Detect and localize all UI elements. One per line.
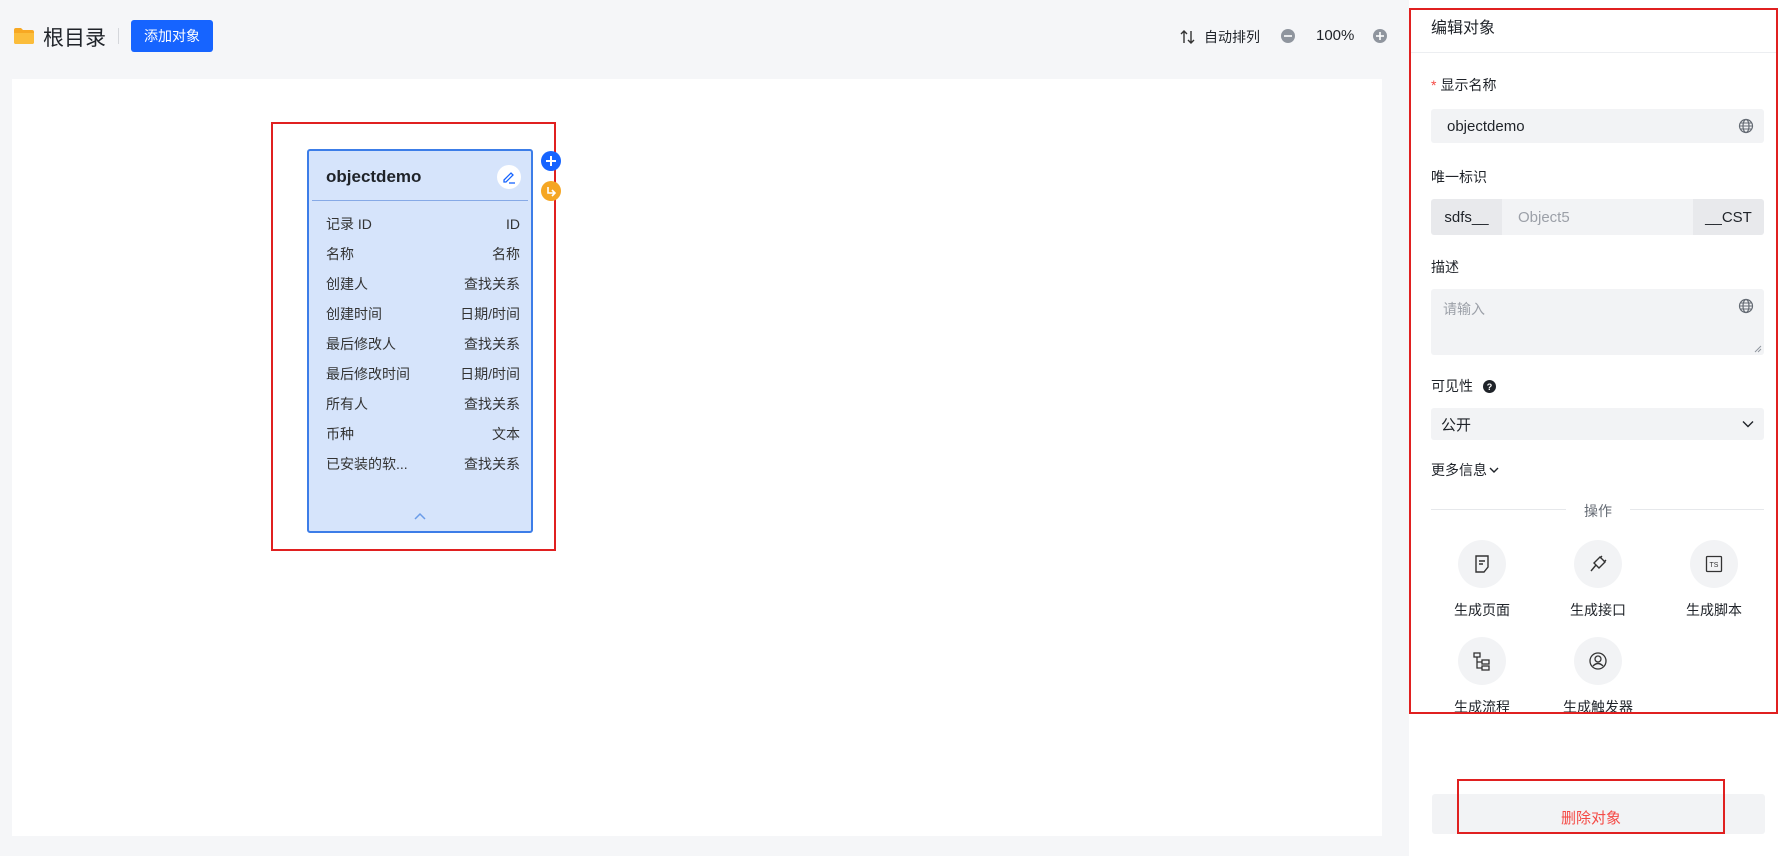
zoom-out-icon[interactable] [1280, 28, 1296, 44]
field-type: 查找关系 [464, 456, 520, 472]
zoom-in-icon[interactable] [1372, 28, 1388, 44]
field-type: 查找关系 [464, 396, 520, 412]
field-row[interactable]: 创建人 查找关系 [309, 269, 531, 299]
edit-card-button[interactable] [497, 165, 521, 189]
field-row[interactable]: 所有人 查找关系 [309, 389, 531, 419]
field-type: 日期/时间 [460, 306, 520, 322]
pencil-icon [503, 172, 515, 184]
field-type: 文本 [492, 426, 520, 442]
field-row[interactable]: 最后修改时间 日期/时间 [309, 359, 531, 389]
field-name: 最后修改人 [326, 336, 396, 352]
canvas[interactable] [12, 79, 1382, 836]
field-row[interactable]: 已安装的软... 查找关系 [309, 449, 531, 479]
plus-icon [546, 156, 556, 166]
field-type: 名称 [492, 246, 520, 262]
header-divider [118, 28, 119, 44]
auto-arrange-icon [1180, 30, 1195, 44]
field-row[interactable]: 币种 文本 [309, 419, 531, 449]
field-name: 已安装的软... [326, 456, 408, 472]
field-type: ID [506, 216, 520, 232]
field-type: 查找关系 [464, 336, 520, 352]
chevron-up-icon [414, 512, 426, 520]
field-name: 记录 ID [326, 216, 372, 232]
add-object-button[interactable]: 添加对象 [131, 20, 213, 52]
add-field-button[interactable] [541, 151, 561, 171]
field-type: 查找关系 [464, 276, 520, 292]
delete-object-button[interactable]: 删除对象 [1457, 779, 1725, 834]
breadcrumb-root[interactable]: 根目录 [43, 22, 106, 52]
folder-icon [14, 28, 34, 44]
object-card[interactable]: objectdemo 记录 ID ID 名称 名称 创建人 查找关系 创建时间 日期/时… [307, 149, 533, 533]
field-name: 所有人 [326, 396, 368, 412]
field-name: 最后修改时间 [326, 366, 410, 382]
add-relation-button[interactable] [541, 181, 561, 201]
field-name: 创建时间 [326, 306, 382, 322]
field-row[interactable]: 记录 ID ID [309, 209, 531, 239]
card-divider [312, 200, 528, 201]
field-list: 记录 ID ID 名称 名称 创建人 查找关系 创建时间 日期/时间 最后修改人 查找关系… [309, 209, 531, 479]
card-title: objectdemo [326, 167, 422, 186]
auto-arrange-button[interactable]: 自动排列 [1180, 27, 1260, 47]
field-name: 币种 [326, 426, 354, 442]
field-name: 名称 [326, 246, 354, 262]
collapse-card-button[interactable] [309, 511, 531, 521]
field-row[interactable]: 创建时间 日期/时间 [309, 299, 531, 329]
zoom-level: 100% [1316, 27, 1355, 44]
field-type: 日期/时间 [460, 366, 520, 382]
field-row[interactable]: 最后修改人 查找关系 [309, 329, 531, 359]
field-row[interactable]: 名称 名称 [309, 239, 531, 269]
relation-icon [547, 187, 557, 197]
field-name: 创建人 [326, 276, 368, 292]
panel-highlight [1409, 8, 1778, 714]
auto-arrange-label: 自动排列 [1204, 29, 1260, 45]
